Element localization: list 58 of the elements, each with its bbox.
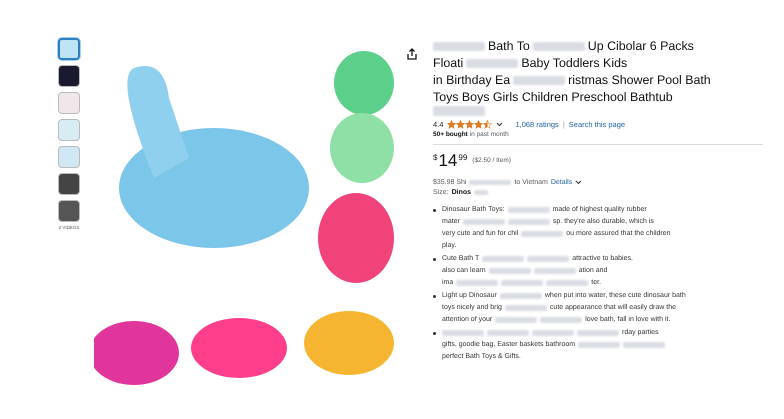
product-title-text: Baby Toddlers Kids [521,55,628,72]
thumbnail-image[interactable] [58,173,80,195]
blurred-text [433,106,485,116]
blurred-text [578,342,620,348]
star-rating[interactable] [447,120,492,129]
star-icon [447,120,456,129]
thumbnail-image[interactable] [58,146,80,168]
blurred-text [474,190,488,196]
star-icon [456,120,466,129]
blurred-text [501,280,544,286]
star-icon [465,120,474,129]
chevron-down-icon[interactable] [496,122,504,127]
blurred-text [546,280,588,286]
blurred-text [487,330,529,336]
blurred-text [623,342,666,348]
blurred-text [540,317,582,323]
blurred-text [508,207,550,213]
product-title-text: Toys Boys Girls Children Preschool Bathtub [433,89,673,106]
blurred-text [495,317,538,323]
star-icon [483,120,492,129]
price-fraction: 99 [458,152,468,162]
blurred-text [532,330,574,336]
product-title-text: in Birthday Ea [433,72,510,89]
thumbnail-image[interactable] [58,119,80,141]
price-currency: $ [433,152,438,162]
thumbnail-image[interactable] [58,38,80,60]
product-title-text: Up Cibolar 6 Packs [588,38,694,55]
chevron-down-icon[interactable] [575,180,582,185]
price-whole: 14 [438,150,458,171]
thumbnail-image[interactable] [58,65,80,87]
blurred-text [534,268,576,274]
blurred-text [527,256,570,262]
blurred-text [508,219,550,225]
blurred-text [466,58,518,68]
blurred-text [462,219,505,225]
blurred-text [442,330,484,336]
blurred-text [513,76,566,86]
blurred-text [532,42,585,52]
bullet-icon [433,294,436,298]
product-title-text: ristmas Shower Pool Bath [568,72,711,89]
thumbnail-image[interactable] [58,92,80,114]
blurred-text [521,231,564,237]
blurred-text [433,42,485,52]
blurred-text [504,305,547,311]
bullet-icon [433,208,436,212]
blurred-text [577,330,619,336]
thumbnail-image[interactable] [58,200,80,222]
blurred-text [456,280,498,286]
blurred-text [488,268,531,274]
share-icon[interactable] [406,48,418,60]
blurred-text [482,256,524,262]
star-icon [474,120,484,129]
product-title-text: Floati [433,55,464,72]
bullet-icon [433,258,436,261]
blurred-text [469,180,512,186]
bullet-icon [433,332,436,335]
blurred-text [500,293,542,299]
product-title-text: Bath To [488,38,530,55]
